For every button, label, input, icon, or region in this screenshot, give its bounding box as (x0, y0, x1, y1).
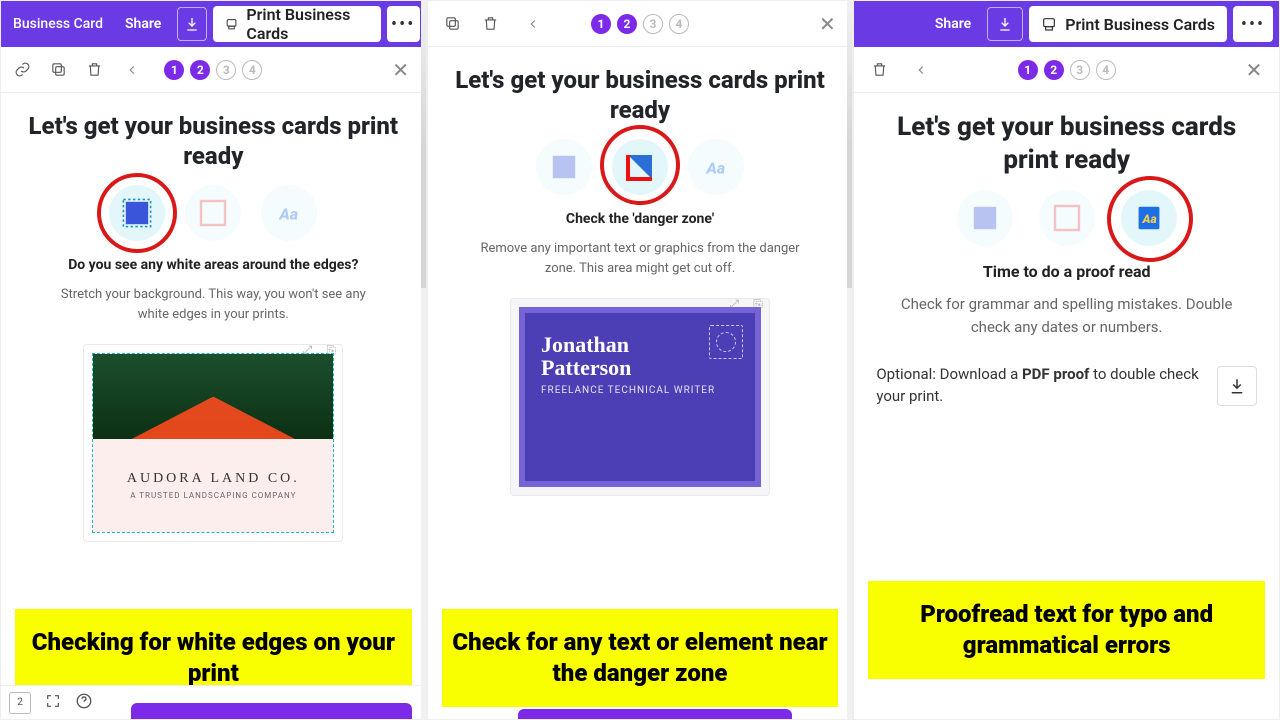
wizard-back-button[interactable] (904, 53, 938, 87)
step-2[interactable]: 2 (190, 60, 210, 80)
card-preview: ⤢⎘ AUDORA LAND CO. A TRUSTED LANDSCAPING… (83, 344, 343, 542)
bleed-icon (957, 190, 1013, 246)
pdf-proof-text: Optional: Download a PDF proof to double… (876, 364, 1207, 408)
wizard-title: Let's get your business cards print read… (450, 65, 831, 125)
step-1[interactable]: 1 (591, 14, 611, 34)
step-2[interactable]: 2 (1044, 60, 1064, 80)
step-1[interactable]: 1 (1018, 60, 1038, 80)
trash-icon[interactable] (79, 55, 109, 85)
pdf-proof-strong: PDF proof (1022, 365, 1089, 383)
wizard-icon-row: Aa (536, 139, 744, 195)
step-3[interactable]: 3 (643, 14, 663, 34)
wizard-close-button[interactable] (812, 9, 842, 39)
danger-zone-icon (185, 185, 241, 241)
cta-bar[interactable] (518, 709, 793, 719)
download-pdf-proof-button[interactable] (1217, 366, 1257, 406)
wizard-back-button[interactable] (516, 7, 550, 41)
download-button[interactable] (987, 7, 1023, 41)
fullscreen-icon[interactable] (45, 693, 61, 713)
print-label: Print Business Cards (1065, 15, 1215, 34)
doc-title: Business Card (7, 16, 109, 32)
step-hint: Stretch your background. This way, you w… (53, 285, 373, 324)
wizard-bar: 1 2 3 4 (428, 1, 853, 47)
step-question: Check the 'danger zone' (566, 211, 714, 227)
step-hint: Check for grammar and spelling mistakes.… (897, 293, 1237, 338)
print-button[interactable]: Print Business Cards (213, 6, 380, 42)
card-role: FREELANCE TECHNICAL WRITER (541, 385, 739, 396)
step-4[interactable]: 4 (669, 14, 689, 34)
wizard-steps: 1 2 3 4 (164, 60, 262, 80)
bleed-icon (109, 185, 165, 241)
svg-text:Aa: Aa (279, 204, 299, 223)
print-label: Print Business Cards (246, 5, 368, 43)
step-4[interactable]: 4 (242, 60, 262, 80)
card-tagline: A TRUSTED LANDSCAPING COMPANY (130, 491, 296, 500)
wizard-bar: 1 2 3 4 (854, 47, 1279, 93)
step-question: Do you see any white areas around the ed… (68, 257, 358, 273)
copy-icon[interactable] (438, 9, 468, 39)
card-brand: AUDORA LAND CO. (127, 471, 300, 487)
svg-text:Aa: Aa (1141, 212, 1156, 226)
step-hint: Remove any important text or graphics fr… (480, 239, 800, 278)
card-preview: ⤢⎘ Jonathan Patterson FREELANCE TECHNICA… (510, 298, 770, 496)
wizard-steps: 1 2 3 4 (1018, 60, 1116, 80)
tutorial-caption: Proofread text for typo and grammatical … (868, 581, 1265, 679)
step-1[interactable]: 1 (164, 60, 184, 80)
app-topbar: Business Card Share Print Business Cards (1, 1, 426, 47)
trash-icon[interactable] (476, 9, 506, 39)
wizard-title: Let's get your business cards print read… (23, 111, 404, 171)
wizard-close-button[interactable] (386, 55, 416, 85)
more-button[interactable] (1233, 6, 1273, 42)
proofread-icon: Aa (688, 139, 744, 195)
wizard-steps: 1 2 3 4 (591, 14, 689, 34)
trash-icon[interactable] (864, 55, 894, 85)
print-button[interactable]: Print Business Cards (1029, 6, 1227, 42)
danger-zone-icon (1039, 190, 1095, 246)
wizard-icon-row: Aa (957, 190, 1177, 246)
svg-text:Aa: Aa (705, 158, 725, 177)
step-question: Time to do a proof read (983, 262, 1151, 281)
step-4[interactable]: 4 (1096, 60, 1116, 80)
download-button[interactable] (177, 7, 207, 41)
wizard-icon-row: Aa (109, 185, 317, 241)
card-name-2: Patterson (541, 356, 739, 379)
proofread-icon: Aa (261, 185, 317, 241)
stamp-icon (709, 325, 743, 359)
link-icon[interactable] (7, 55, 37, 85)
copy-icon[interactable] (43, 55, 73, 85)
wizard-close-button[interactable] (1239, 55, 1269, 85)
wizard-back-button[interactable] (115, 53, 149, 87)
more-button[interactable] (387, 6, 420, 42)
pdf-proof-row: Optional: Download a PDF proof to double… (876, 364, 1257, 408)
cta-bar[interactable] (131, 703, 412, 719)
step-2[interactable]: 2 (617, 14, 637, 34)
step-3[interactable]: 3 (216, 60, 236, 80)
tutorial-caption: Check for any text or element near the d… (442, 609, 839, 707)
share-button[interactable]: Share (925, 7, 981, 41)
page-count-badge[interactable]: 2 (9, 692, 31, 714)
share-button[interactable]: Share (115, 7, 171, 41)
danger-zone-icon (612, 139, 668, 195)
wizard-bar: 1 2 3 4 (1, 47, 426, 93)
proofread-icon: Aa (1121, 190, 1177, 246)
app-topbar: Share Print Business Cards (854, 1, 1279, 47)
pdf-proof-pre: Optional: Download a (876, 365, 1022, 383)
step-3[interactable]: 3 (1070, 60, 1090, 80)
help-icon[interactable] (75, 692, 93, 714)
bleed-icon (536, 139, 592, 195)
wizard-title: Let's get your business cards print read… (876, 111, 1257, 176)
